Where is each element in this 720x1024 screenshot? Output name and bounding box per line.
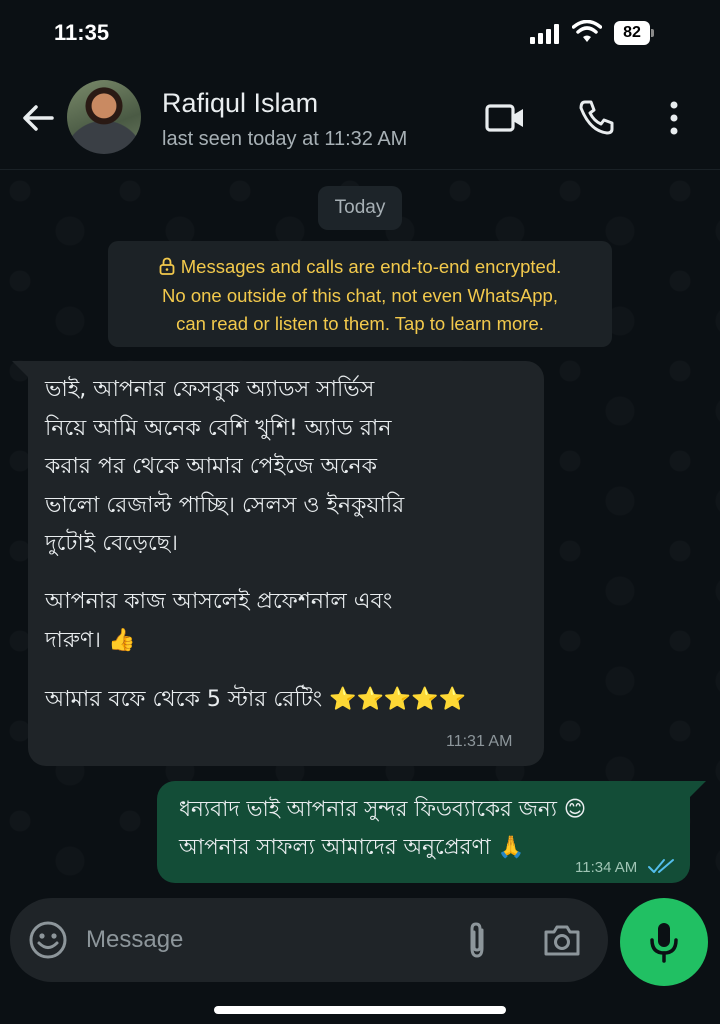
wifi-icon bbox=[572, 20, 602, 42]
message-text: ভাই, আপনার ফেসবুক অ্যাডস সার্ভিস নিয়ে আ… bbox=[45, 377, 405, 556]
incoming-bubble-tail bbox=[12, 361, 28, 377]
incoming-message[interactable]: ভাই, আপনার ফেসবুক অ্যাডস সার্ভিস নিয়ে আ… bbox=[28, 361, 544, 766]
double-check-icon bbox=[648, 859, 674, 873]
battery-icon: 82 bbox=[614, 21, 654, 45]
status-time: 11:35 bbox=[54, 20, 110, 45]
status-bar: 11:35 82 bbox=[0, 0, 720, 70]
back-arrow-icon[interactable] bbox=[18, 98, 58, 138]
microphone-icon bbox=[650, 923, 678, 963]
phone-icon[interactable] bbox=[576, 98, 616, 138]
outgoing-bubble-tail bbox=[690, 781, 706, 797]
message-text: আমার বফে থেকে 5 স্টার রেটিং ⭐⭐⭐⭐⭐ bbox=[45, 687, 467, 712]
message-time: 11:31 AM bbox=[446, 733, 513, 750]
chat-area[interactable]: Today Messages and calls are end-to-end … bbox=[0, 171, 720, 898]
battery-level: 82 bbox=[614, 21, 650, 45]
last-seen-status: last seen today at 11:32 AM bbox=[162, 128, 408, 150]
chat-header: Rafiqul Islam last seen today at 11:32 A… bbox=[0, 70, 720, 170]
message-time: 11:34 AM bbox=[575, 859, 638, 876]
voice-record-button[interactable] bbox=[620, 898, 708, 986]
date-chip: Today bbox=[318, 186, 402, 230]
contact-name[interactable]: Rafiqul Islam bbox=[162, 88, 318, 119]
message-text: ধন্যবাদ ভাই আপনার সুন্দর ফিডব্যাকের জন্য… bbox=[179, 797, 587, 860]
home-indicator[interactable] bbox=[214, 1006, 506, 1014]
signal-icon bbox=[530, 24, 559, 44]
outgoing-message[interactable]: ধন্যবাদ ভাই আপনার সুন্দর ফিডব্যাকের জন্য… bbox=[157, 781, 690, 883]
paperclip-icon[interactable] bbox=[460, 920, 494, 960]
message-composer bbox=[10, 898, 608, 982]
emoji-icon[interactable] bbox=[28, 920, 68, 960]
lock-icon bbox=[159, 257, 175, 275]
message-text: আপনার কাজ আসলেই প্রফেশনাল এবং দারুণ। 👍 bbox=[45, 589, 393, 653]
encryption-notice[interactable]: Messages and calls are end-to-end encryp… bbox=[108, 241, 612, 347]
encryption-line-2: No one outside of this chat, not even Wh… bbox=[162, 284, 558, 306]
encryption-line-1: Messages and calls are end-to-end encryp… bbox=[180, 256, 562, 277]
message-input[interactable] bbox=[86, 918, 426, 962]
more-vertical-icon[interactable] bbox=[660, 98, 688, 138]
encryption-line-3: can read or listen to them. Tap to learn… bbox=[176, 313, 544, 334]
video-camera-icon[interactable] bbox=[484, 100, 526, 136]
avatar[interactable] bbox=[67, 80, 141, 154]
camera-icon[interactable] bbox=[542, 922, 582, 958]
